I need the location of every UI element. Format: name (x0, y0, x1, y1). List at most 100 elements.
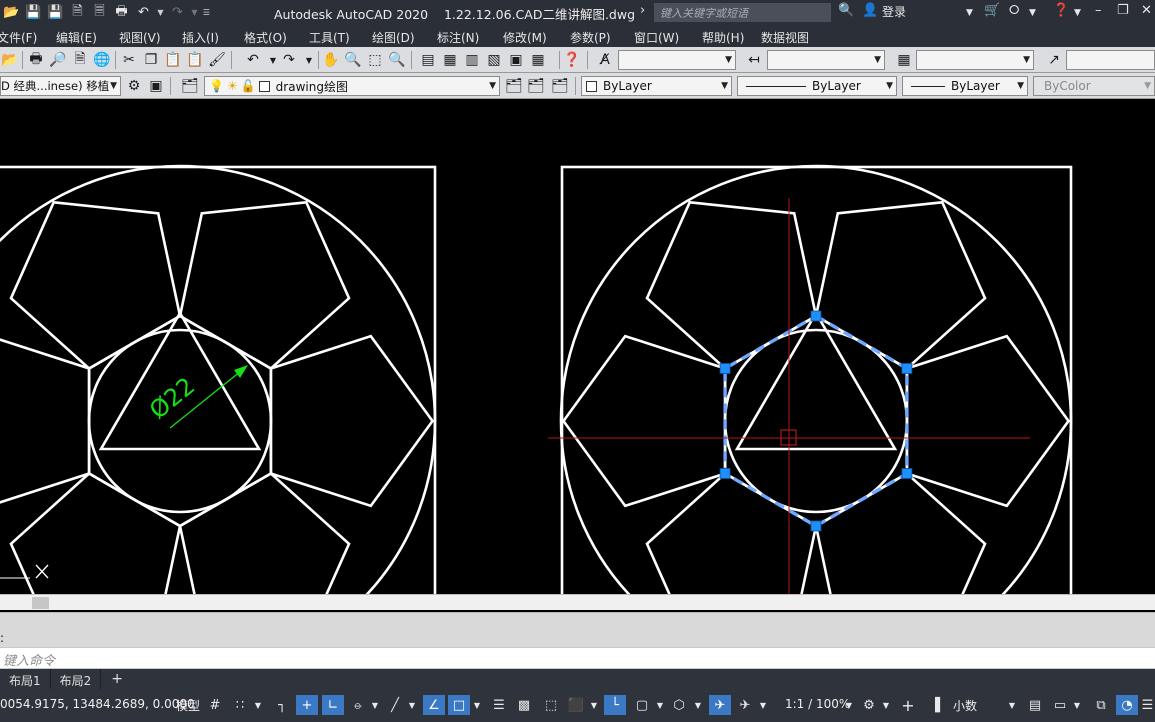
lock-ui-icon[interactable]: ▭ (1050, 695, 1070, 715)
print-icon[interactable]: 🖶 (112, 3, 131, 22)
annotation-monitor-icon[interactable]: + (898, 695, 918, 715)
menu-dimension[interactable]: 标注(N) (437, 29, 479, 46)
color-select[interactable]: ByLayer ▼ (581, 76, 732, 96)
diameter-dimension[interactable]: Ø22 (144, 365, 248, 429)
undo-icon[interactable]: ↶ (134, 3, 153, 22)
undo-icon[interactable]: ↶ (243, 50, 263, 70)
menu-edit[interactable]: 编辑(E) (56, 29, 97, 46)
zoom-window-icon[interactable]: ⬚ (365, 50, 385, 70)
menu-draw[interactable]: 绘图(D) (372, 29, 415, 46)
restore-icon[interactable]: ❐ (1117, 3, 1129, 18)
lock-ui-dropdown-icon[interactable]: ▼ (1071, 695, 1083, 715)
redo-icon[interactable]: ↷ (279, 50, 299, 70)
quickcalc-icon[interactable]: ▦ (528, 50, 548, 70)
text-style-icon[interactable]: A̸ (595, 50, 615, 70)
redo-icon[interactable]: ↷ (168, 3, 187, 22)
coordinates-readout[interactable]: 0054.9175, 13484.2689, 0.0000 (0, 697, 195, 711)
units-value[interactable]: 小数 (953, 697, 977, 714)
units-dropdown-icon[interactable]: ▼ (1006, 695, 1018, 715)
menu-format[interactable]: 格式(O) (244, 29, 287, 46)
drawing-canvas[interactable]: Ø22 (0, 99, 1155, 594)
publish-icon[interactable]: 🗏 (90, 3, 109, 22)
workspace-dropdown-icon[interactable]: ▼ (880, 695, 892, 715)
gizmo-icon[interactable]: ⬡ (668, 695, 690, 715)
multileader-style-select[interactable] (1066, 50, 1155, 70)
help-icon[interactable]: ❓ (1053, 3, 1069, 18)
sheet-set-icon[interactable]: ▧ (484, 50, 504, 70)
pentagon[interactable] (0, 336, 91, 506)
model-space-button[interactable]: 模型 (176, 697, 200, 714)
user-icon[interactable]: 👤 (862, 3, 878, 18)
polar-tracking-icon[interactable]: ⦵ (348, 695, 368, 715)
left-figure[interactable] (0, 164, 437, 594)
object-snap-icon[interactable]: □ (448, 695, 470, 715)
login-button[interactable]: 登录 (882, 3, 906, 20)
3d-osnap-dropdown-icon[interactable]: ▼ (588, 695, 600, 715)
menu-modify[interactable]: 修改(M) (503, 29, 547, 46)
ortho-icon[interactable]: ∟ (322, 695, 344, 715)
pentagon[interactable] (9, 200, 182, 371)
grip-handle[interactable] (719, 468, 731, 479)
osnap-dropdown-icon[interactable]: ▼ (471, 695, 483, 715)
snap-dropdown-icon[interactable]: ▼ (252, 695, 264, 715)
3d-dwf-icon[interactable]: 🌐 (92, 50, 112, 70)
tool-palettes-icon[interactable]: ▥ (462, 50, 482, 70)
pan-icon[interactable]: ✋ (321, 50, 341, 70)
workspace-settings-icon[interactable]: ⚙ (124, 76, 144, 96)
polar-dropdown-icon[interactable]: ▼ (369, 695, 381, 715)
annotation-scale[interactable]: 1:1 / 100% (785, 697, 850, 711)
pentagon[interactable] (269, 334, 435, 508)
grid-icon[interactable]: # (205, 695, 225, 715)
pentagon[interactable] (561, 334, 727, 508)
triangle[interactable] (734, 310, 898, 451)
selection-filter-icon[interactable]: ▢ (631, 695, 653, 715)
units-icon[interactable]: ▐ (928, 695, 942, 715)
save-as-icon[interactable]: 💾 (46, 3, 65, 22)
lineweight-select[interactable]: ByLayer ▼ (902, 76, 1028, 96)
object-snap-tracking-icon[interactable]: ∠ (423, 695, 445, 715)
menu-file[interactable]: 文件(F) (0, 29, 37, 46)
login-dropdown-icon[interactable]: ▼ (966, 8, 973, 18)
drawing-viewport[interactable]: Ø22 (0, 99, 1155, 594)
cleanscreen-icon[interactable]: ▣ (146, 76, 166, 96)
publish-icon[interactable]: 🗎 (70, 50, 90, 70)
redo-dropdown-icon[interactable]: ▼ (299, 50, 319, 70)
isolate-objects-icon[interactable]: ⧉ (1091, 695, 1111, 715)
grip-handle[interactable] (810, 520, 822, 532)
customize-qa-icon[interactable]: ☰ (202, 8, 211, 17)
selection-cycling-icon[interactable]: ⬚ (540, 695, 562, 715)
menu-tools[interactable]: 工具(T) (309, 29, 350, 46)
dim-style-select[interactable]: ▼ (767, 50, 885, 70)
command-input[interactable]: 键入命令 (0, 647, 1155, 669)
bounding-square[interactable] (0, 165, 437, 594)
open-icon[interactable]: 📂 (0, 50, 20, 70)
match-properties-icon[interactable]: 🖌 (207, 50, 227, 70)
annotation-autoscale-icon[interactable]: ✈ (734, 695, 756, 715)
multileader-style-icon[interactable]: ↗ (1044, 50, 1064, 70)
clean-screen-icon[interactable]: ☰ (1140, 695, 1155, 715)
export-icon[interactable]: 🗎 (68, 3, 87, 22)
pentagon[interactable] (645, 200, 818, 371)
menu-help[interactable]: 帮助(H) (702, 29, 744, 46)
add-layout-button[interactable]: + (101, 671, 133, 687)
paste-icon[interactable]: 📋 (163, 50, 183, 70)
autoscale-dropdown-icon[interactable]: ▼ (757, 695, 769, 715)
cart-icon[interactable]: 🛒 (984, 3, 1000, 18)
grip-handle[interactable] (901, 468, 913, 479)
grip-handle[interactable] (719, 363, 731, 374)
minimize-icon[interactable]: – (1095, 3, 1102, 18)
table-style-icon[interactable]: ▦ (894, 50, 914, 70)
table-style-select[interactable]: ▼ (916, 50, 1034, 70)
help-dropdown-icon[interactable]: ▼ (1074, 8, 1081, 18)
selection-filter-dropdown-icon[interactable]: ▼ (654, 695, 666, 715)
make-current-layer-icon[interactable]: 🗂 (504, 76, 524, 96)
3d-osnap-icon[interactable]: ⬛ (565, 695, 587, 715)
undo-dropdown-icon[interactable]: ▼ (156, 8, 165, 17)
redo-dropdown-icon[interactable]: ▼ (190, 8, 199, 17)
annotation-visibility-icon[interactable]: ✈ (709, 695, 731, 715)
pentagon[interactable] (178, 200, 351, 371)
pentagon[interactable] (905, 334, 1071, 508)
horizontal-scrollbar[interactable] (0, 594, 1155, 610)
workspace-select[interactable]: D 经典...inese) 移植 ▼ (0, 76, 121, 96)
dynamic-ucs-icon[interactable]: └ (604, 695, 626, 715)
